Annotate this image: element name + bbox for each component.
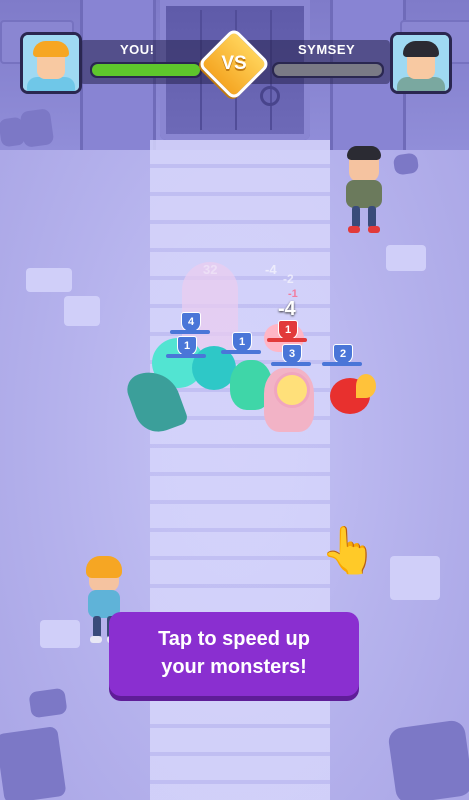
- level-shield-icon: 1: [232, 332, 252, 352]
- level-shield-icon: 3: [282, 344, 302, 364]
- player-name: YOU!: [120, 42, 155, 57]
- tooltip-line-1: Tap to speed up: [158, 628, 310, 650]
- monster-level-badge: 1: [221, 332, 261, 354]
- opponent-character: [344, 146, 384, 233]
- flower-monster-face: [274, 372, 310, 408]
- level-shield-icon: 2: [333, 344, 353, 364]
- avatar-shirt: [397, 77, 445, 91]
- monster-health-bar: [267, 338, 307, 342]
- rock: [387, 719, 469, 800]
- stone-path: [150, 140, 330, 800]
- character-hair: [347, 146, 381, 160]
- level-shield-icon: 1: [177, 336, 197, 356]
- character-shoe: [368, 226, 380, 233]
- rock: [392, 152, 420, 176]
- versus-badge: VS: [197, 27, 271, 101]
- pointing-hand-icon: 👆: [320, 524, 378, 576]
- character-shirt: [346, 180, 382, 208]
- fire-bird-wing: [356, 374, 376, 398]
- monster-level-badge: 1: [166, 336, 206, 358]
- monster-level-badge: 3: [271, 344, 311, 366]
- tutorial-tooltip[interactable]: Tap to speed up your monsters!: [109, 612, 359, 696]
- opponent-avatar: [390, 32, 452, 94]
- damage-number: -1: [288, 288, 298, 300]
- floor-tile: [386, 245, 426, 271]
- versus-hud: YOU! VS SYMSEY: [20, 27, 452, 101]
- monster-health-bar: [170, 330, 210, 334]
- level-shield-icon: 4: [181, 312, 201, 332]
- tooltip-line-2: your monsters!: [161, 656, 307, 678]
- opponent-name: SYMSEY: [298, 42, 356, 57]
- level-shield-icon: 1: [278, 320, 298, 340]
- avatar-hair: [33, 41, 69, 57]
- character-shoe: [90, 636, 102, 643]
- avatar-hair: [403, 41, 439, 57]
- player-health-bar: [90, 62, 202, 78]
- damage-number: -4: [278, 298, 296, 320]
- monster-level-badge: 1: [267, 320, 307, 342]
- floor-tile: [64, 296, 100, 326]
- monster-level-badge: 4: [170, 312, 210, 334]
- health-bar-fill: [274, 64, 382, 76]
- damage-number: -4: [265, 262, 277, 277]
- character-leg: [368, 206, 376, 228]
- monster-level-badge: 2: [322, 344, 362, 366]
- floor-tile: [40, 620, 80, 648]
- monster-health-bar: [221, 350, 261, 354]
- game-scene[interactable]: 32 4 1 1 1 3 2 -4 -2 -4 -1 👆 Tap to spee…: [0, 0, 469, 800]
- monster-health-bar: [271, 362, 311, 366]
- rock: [28, 687, 68, 719]
- character-shoe: [348, 226, 360, 233]
- character-leg: [93, 616, 101, 638]
- floor-tile: [390, 556, 440, 600]
- versus-label: VS: [221, 53, 247, 74]
- player-avatar: [20, 32, 82, 94]
- faded-damage-number: 32: [203, 262, 218, 277]
- monster-health-bar: [322, 362, 362, 366]
- opponent-health-bar: [272, 62, 384, 78]
- damage-number: -2: [283, 272, 294, 286]
- character-leg: [352, 206, 360, 228]
- health-bar-fill: [92, 64, 200, 76]
- rock: [0, 726, 67, 800]
- character-hair: [86, 556, 122, 578]
- rock: [19, 108, 55, 148]
- avatar-shirt: [27, 77, 75, 91]
- monster-health-bar: [166, 354, 206, 358]
- floor-tile: [26, 268, 72, 292]
